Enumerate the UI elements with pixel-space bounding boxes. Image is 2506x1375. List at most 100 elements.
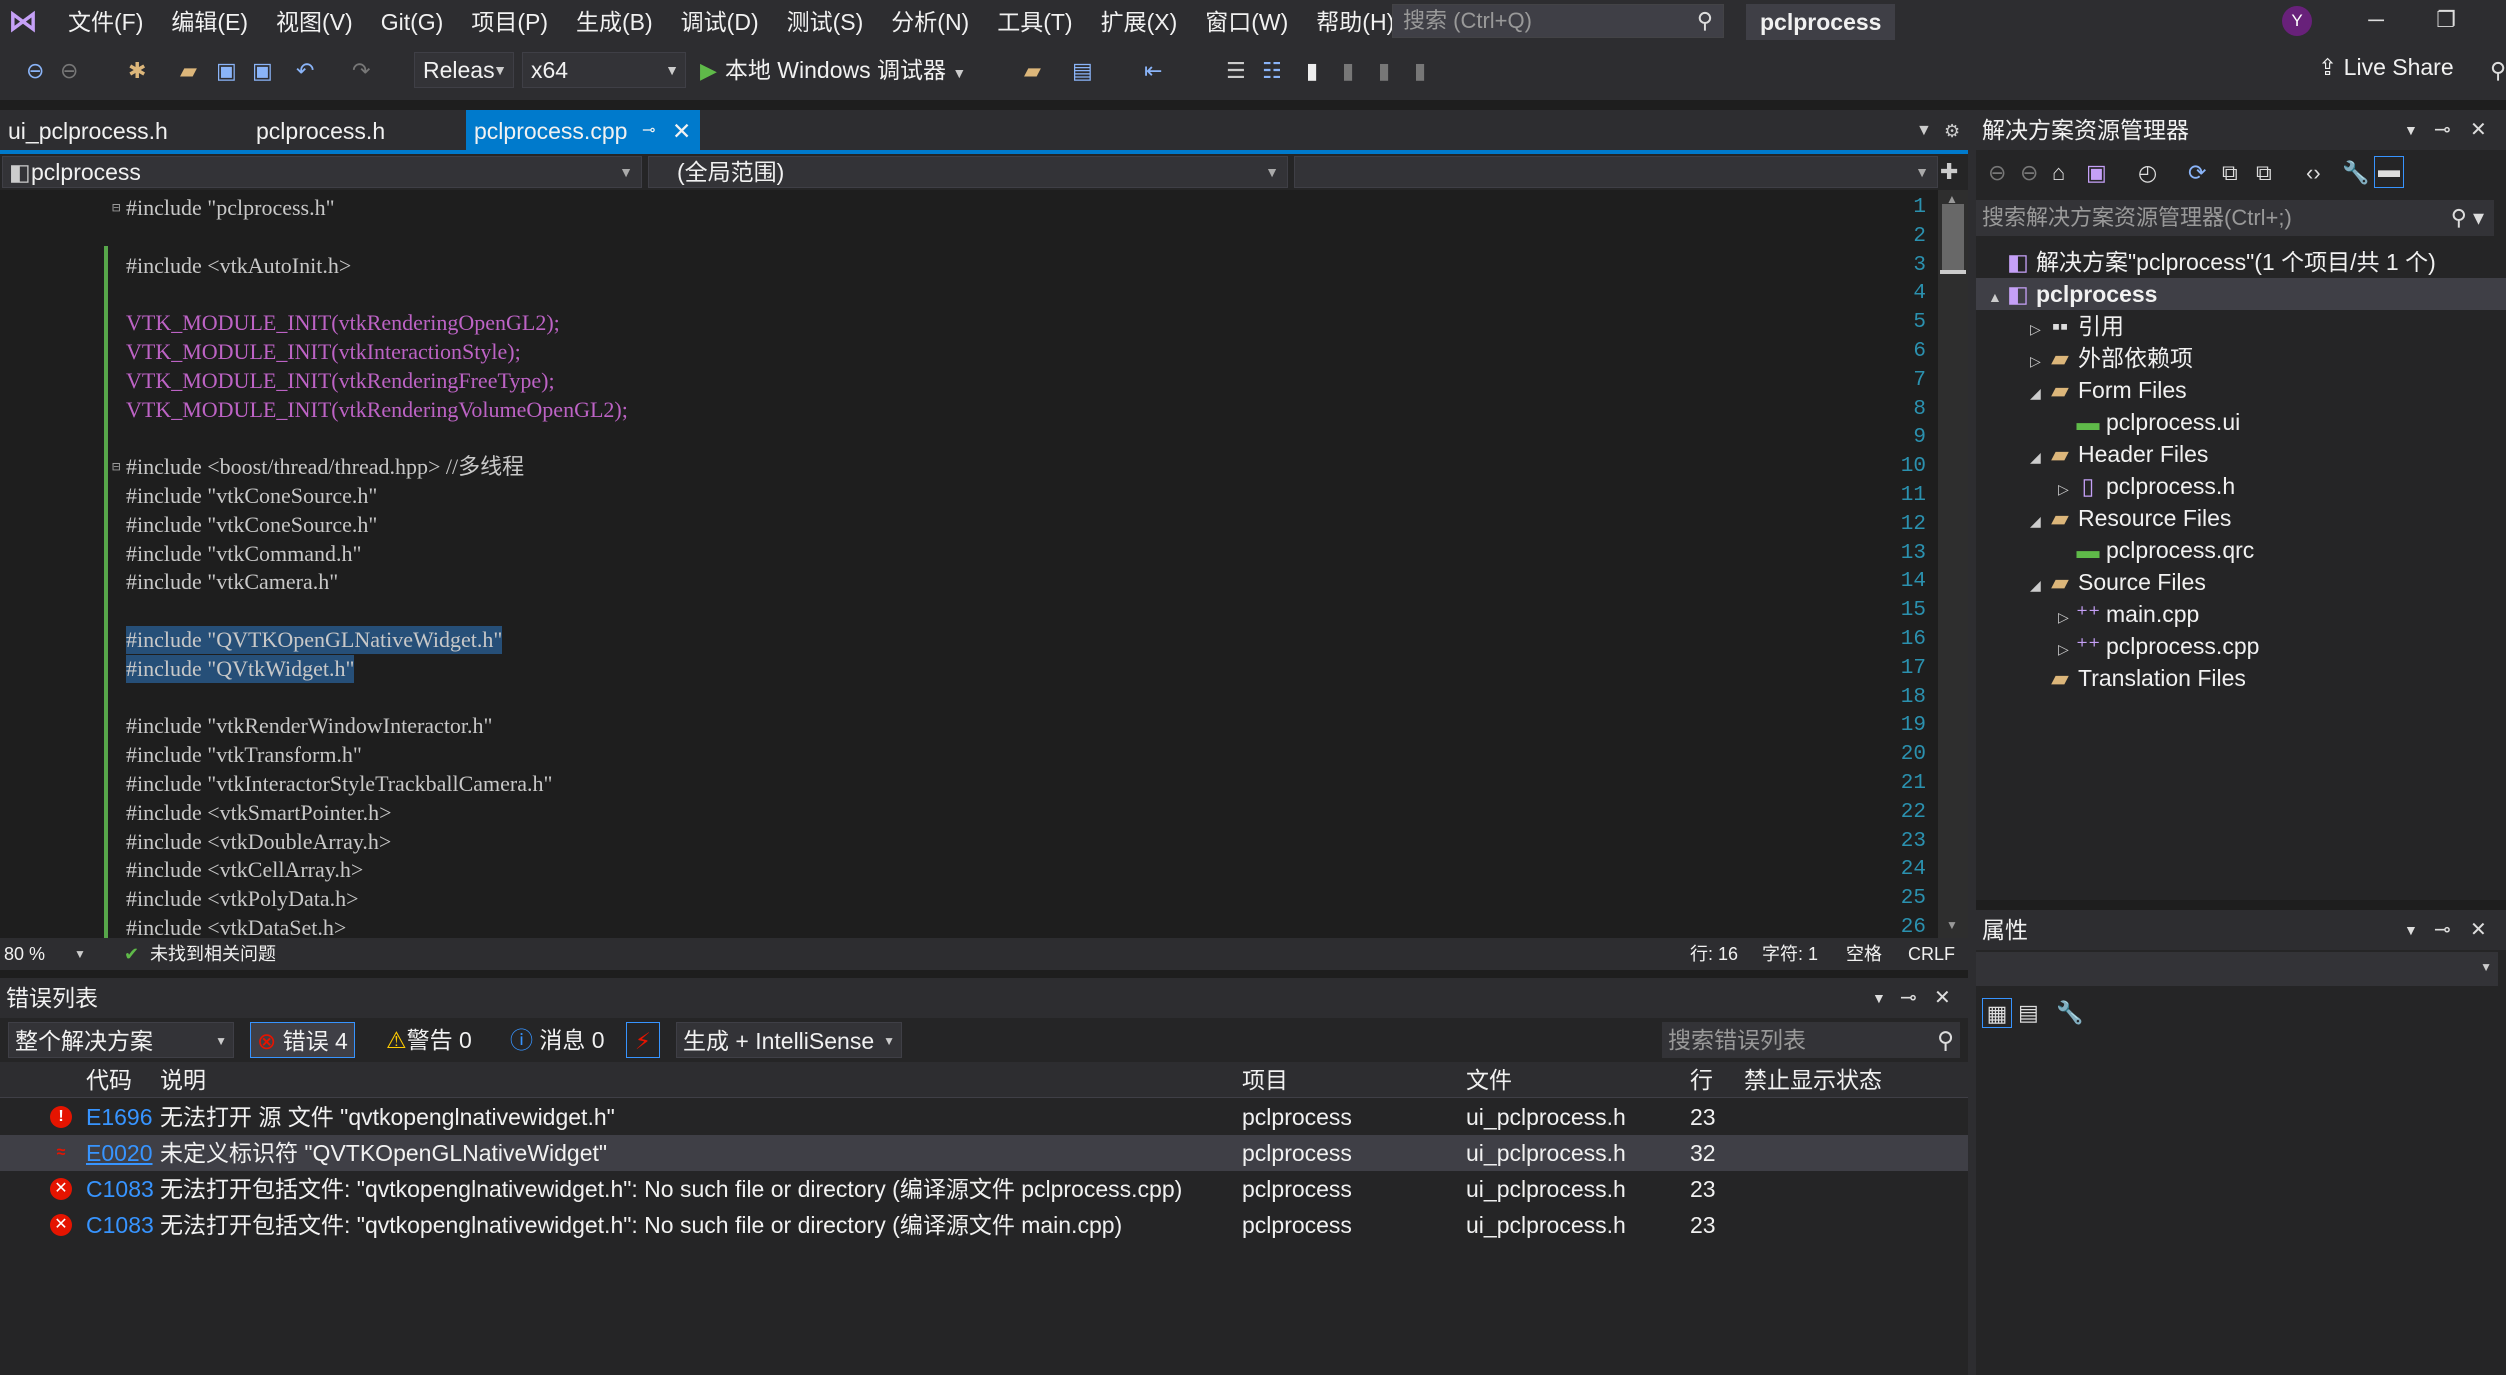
scroll-down-icon[interactable]: ▼ — [1946, 918, 1958, 932]
column-line[interactable]: 行 — [1690, 1062, 1713, 1098]
error-code[interactable]: E0020 — [86, 1135, 153, 1171]
expand-toggle-icon[interactable]: ◢ — [2030, 505, 2048, 537]
tree-item[interactable]: ◢ ▰ Source Files — [2030, 566, 2206, 598]
platform-select[interactable]: x64 ▼ — [522, 52, 686, 88]
zoom-dropdown-icon[interactable]: ▼ — [74, 938, 86, 970]
menu-edit[interactable]: 编辑(E) — [157, 0, 262, 44]
menu-view[interactable]: 视图(V) — [262, 0, 367, 44]
menu-project[interactable]: 项目(P) — [457, 0, 562, 44]
tree-item[interactable]: ▷ ⁺⁺ pclprocess.cpp — [2058, 630, 2259, 662]
tab-pclprocess-h[interactable]: pclprocess.h — [248, 110, 458, 152]
gear-icon[interactable]: ⚙ — [1944, 110, 1960, 152]
panel-splitter[interactable] — [1968, 110, 1976, 1375]
tree-item[interactable]: ▷ ▯ pclprocess.h — [2058, 470, 2235, 502]
code-line[interactable]: #include "vtkCamera.h" — [126, 568, 338, 596]
panel-menu-icon[interactable]: ▼ — [2404, 910, 2418, 950]
tab-ui-pclprocess-h[interactable]: ui_pclprocess.h — [0, 110, 240, 152]
code-line[interactable]: #include "QVtkWidget.h" — [126, 654, 355, 683]
open-folder-icon[interactable]: ▰ — [180, 58, 197, 84]
switch-views-icon[interactable]: ▣ — [2086, 160, 2107, 186]
error-row[interactable]: ✕ C1083 无法打开包括文件: "qvtkopenglnativewidget.… — [0, 1207, 1968, 1243]
code-line[interactable]: #include <vtkDoubleArray.h> — [126, 828, 391, 856]
save-icon[interactable]: ▣ — [216, 58, 237, 84]
code-line[interactable]: #include <vtkCellArray.h> — [126, 856, 363, 884]
code-line[interactable]: VTK_MODULE_INIT(vtkRenderingOpenGL2); — [126, 309, 560, 337]
visual-studio-logo-icon[interactable]: ⋈ — [6, 6, 40, 38]
save-all-icon[interactable]: ▣ — [252, 58, 273, 84]
forward-icon[interactable]: ⊖ — [2020, 160, 2038, 186]
properties-object-select[interactable]: ▼ — [1976, 952, 2498, 986]
error-code[interactable]: C1083 — [86, 1207, 154, 1243]
code-line[interactable]: VTK_MODULE_INIT(vtkRenderingFreeType); — [126, 367, 555, 395]
indent-icon[interactable]: ☰ — [1226, 58, 1246, 84]
close-icon[interactable]: ✕ — [2470, 910, 2487, 950]
alphabetical-icon[interactable]: ▤ — [2018, 998, 2039, 1028]
code-line[interactable]: #include "vtkTransform.h" — [126, 741, 362, 769]
menu-tools[interactable]: 工具(T) — [983, 0, 1086, 44]
collapse-all-icon[interactable]: ⧉ — [2222, 160, 2238, 186]
issues-status[interactable]: 未找到相关问题 — [150, 938, 276, 970]
live-share-button[interactable]: ⇪ Live Share — [2318, 54, 2454, 81]
avatar[interactable]: Y — [2282, 6, 2312, 36]
error-row[interactable]: ≈ E0020 未定义标识符 "QVTKOpenGLNativeWidget" pcl… — [0, 1135, 1968, 1171]
expand-toggle-icon[interactable]: ▷ — [2030, 313, 2048, 345]
code-line[interactable]: #include "vtkConeSource.h" — [126, 511, 377, 539]
column-project[interactable]: 项目 — [1242, 1062, 1288, 1098]
menu-test[interactable]: 测试(S) — [773, 0, 878, 44]
categorized-icon[interactable]: ▦ — [1982, 998, 2012, 1028]
warnings-filter-toggle[interactable]: ⚠警告 0 — [380, 1022, 478, 1058]
close-tab-icon[interactable]: ✕ — [672, 110, 691, 152]
home-icon[interactable]: ⌂ — [2052, 160, 2065, 186]
configuration-select[interactable]: Releas ▼ — [414, 52, 514, 88]
expand-toggle-icon[interactable]: ◢ — [2030, 377, 2048, 409]
prev-bookmark-icon[interactable]: ▮ — [1342, 58, 1354, 84]
menu-debug[interactable]: 调试(D) — [667, 0, 773, 44]
tree-item[interactable]: ◢ ▰ Header Files — [2030, 438, 2208, 470]
code-line[interactable]: #include <vtkAutoInit.h> — [126, 252, 351, 280]
split-icon[interactable]: ✚ — [1940, 154, 1958, 190]
scroll-thumb[interactable] — [1942, 204, 1964, 274]
code-view-icon[interactable]: ‹› — [2306, 160, 2321, 186]
clear-bookmarks-icon[interactable]: ▮ — [1414, 58, 1426, 84]
pin-icon[interactable]: ⊸ — [2434, 910, 2451, 950]
menu-extensions[interactable]: 扩展(X) — [1087, 0, 1192, 44]
tree-item[interactable]: ▷ ▰ 外部依赖项 — [2030, 342, 2193, 374]
minimize-icon[interactable]: ─ — [2346, 0, 2406, 40]
back-icon[interactable]: ⊖ — [26, 58, 44, 84]
global-search-input[interactable]: 搜索 (Ctrl+Q) ⚲ — [1392, 4, 1724, 38]
close-icon[interactable]: ✕ — [2470, 110, 2487, 150]
code-line[interactable]: #include "vtkInteractorStyleTrackballCam… — [126, 770, 552, 798]
code-line[interactable]: VTK_MODULE_INIT(vtkInteractionStyle); — [126, 338, 521, 366]
pin-icon[interactable]: ⊸ — [2434, 110, 2451, 150]
column-suppression[interactable]: 禁止显示状态 — [1744, 1062, 1882, 1098]
new-item-icon[interactable]: ✱ — [128, 58, 146, 84]
tab-overflow-icon[interactable]: ▼ — [1916, 110, 1932, 152]
scope-select[interactable]: (全局范围) ▼ — [648, 156, 1288, 188]
column-file[interactable]: 文件 — [1466, 1062, 1512, 1098]
panel-menu-icon[interactable]: ▼ — [1872, 978, 1886, 1018]
filter-toggle-icon[interactable]: ⚡ — [626, 1022, 660, 1058]
tree-item[interactable]: ▲ ◧ pclprocess — [1976, 278, 2506, 310]
start-debugging-button[interactable]: ▶ 本地 Windows 调试器 ▼ — [700, 52, 966, 88]
zoom-level[interactable]: 80 % — [4, 938, 45, 970]
account-icon[interactable]: ⚲ — [2490, 58, 2506, 84]
code-line[interactable]: #include <vtkPolyData.h> — [126, 885, 359, 913]
menu-git[interactable]: Git(G) — [367, 0, 458, 44]
code-editor[interactable]: #include "pclprocess.h" #include <vtkAuto… — [0, 190, 1938, 938]
error-code[interactable]: C1083 — [86, 1171, 154, 1207]
undo-icon[interactable]: ↶ — [296, 58, 314, 84]
tree-item[interactable]: ▬ pclprocess.qrc — [2058, 534, 2255, 566]
error-row[interactable]: ! E1696 无法打开 源 文件 "qvtkopenglnativewidget.… — [0, 1099, 1968, 1135]
view-icon[interactable]: ▤ — [1072, 58, 1093, 84]
code-line[interactable]: #include "vtkRenderWindowInteractor.h" — [126, 712, 493, 740]
next-bookmark-icon[interactable]: ▮ — [1378, 58, 1390, 84]
show-all-files-icon[interactable]: ⧉ — [2256, 160, 2272, 186]
pin-icon[interactable]: ⊸ — [1900, 978, 1917, 1018]
tree-item[interactable]: ▬ pclprocess.ui — [2058, 406, 2241, 438]
tree-item[interactable]: ▷ ⁺⁺ main.cpp — [2058, 598, 2199, 630]
source-filter-select[interactable]: 生成 + IntelliSense ▼ — [676, 1022, 902, 1058]
tab-pclprocess-cpp[interactable]: pclprocess.cpp ⊸ ✕ — [466, 110, 700, 152]
expand-toggle-icon[interactable]: ◢ — [2030, 569, 2048, 601]
close-icon[interactable]: ✕ — [1934, 978, 1951, 1018]
column-description[interactable]: 说明 — [160, 1062, 206, 1098]
